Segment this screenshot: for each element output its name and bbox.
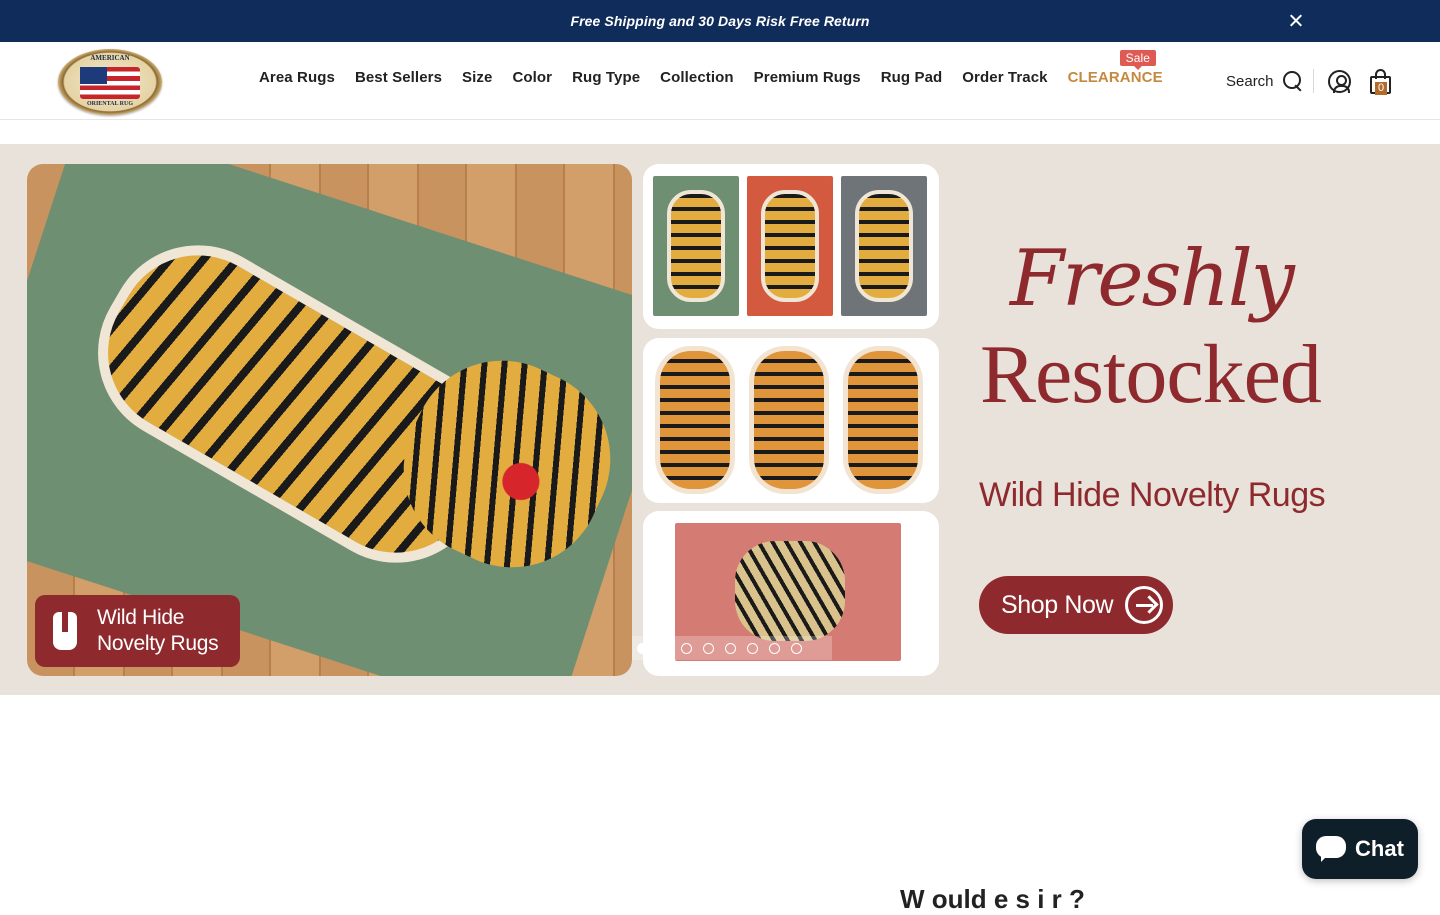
cart-count-badge: 0 [1375, 82, 1387, 95]
badge-line-1: Wild Hide [97, 606, 185, 629]
product-tile-1 [643, 164, 939, 329]
nav-color[interactable]: Color [512, 69, 552, 86]
nav-clearance[interactable]: CLEARANCE Sale [1067, 50, 1163, 86]
badge-line-2: Novelty Rugs [97, 632, 219, 655]
mini-tiger [667, 190, 725, 302]
category-badge: Wild Hide Novelty Rugs [35, 595, 240, 667]
logo-top-text: AMERICAN [90, 54, 130, 62]
search-button[interactable]: Search [1226, 70, 1304, 92]
chat-label: Chat [1355, 836, 1404, 861]
slider-dots [632, 636, 832, 660]
shop-now-label: Shop Now [1001, 590, 1114, 619]
tiger-hide-3 [843, 346, 923, 494]
arrow-right-circle-icon [1125, 586, 1163, 624]
site-header: AMERICAN ORIENTAL RUG Area Rugs Best Sel… [0, 42, 1440, 120]
product-tile-2 [643, 338, 939, 503]
chat-button[interactable]: Chat [1302, 819, 1418, 879]
nav-best-sellers[interactable]: Best Sellers [355, 69, 442, 86]
slider-dot-5[interactable] [725, 642, 736, 654]
category-badge-text: Wild Hide Novelty Rugs [97, 605, 219, 657]
mini-rug-grey [841, 176, 927, 316]
flag-canton [80, 67, 107, 84]
tiger-hide-2 [749, 346, 829, 494]
header-divider [1313, 69, 1314, 93]
slider-dot-7[interactable] [769, 642, 780, 654]
slider-dot-8[interactable] [791, 642, 802, 654]
nav-order-track[interactable]: Order Track [962, 69, 1047, 86]
hero-subheadline: Wild Hide Novelty Rugs [979, 476, 1326, 514]
nav-clearance-label: CLEARANCE [1067, 69, 1163, 86]
nav-premium-rugs[interactable]: Premium Rugs [754, 69, 861, 86]
mini-tiger [761, 190, 819, 302]
slider-dot-4[interactable] [703, 642, 714, 654]
pink-rug-tiger [735, 541, 845, 641]
nav-collection[interactable]: Collection [660, 69, 734, 86]
slider-dot-2[interactable] [659, 642, 670, 654]
slider-dot-1[interactable] [637, 642, 648, 654]
nav-area-rugs[interactable]: Area Rugs [259, 69, 335, 86]
hero-banner[interactable]: Wild Hide Novelty Rugs Freshly Restocked… [0, 144, 1440, 695]
nav-rug-pad[interactable]: Rug Pad [881, 69, 943, 86]
slider-dot-3[interactable] [681, 642, 692, 654]
store-logo[interactable]: AMERICAN ORIENTAL RUG [58, 49, 162, 115]
main-nav: Area Rugs Best Sellers Size Color Rug Ty… [259, 50, 1163, 86]
chat-bubble-icon [1316, 836, 1347, 862]
hide-icon [49, 610, 81, 652]
close-icon[interactable] [1286, 11, 1306, 31]
mini-tiger [855, 190, 913, 302]
nav-rug-type[interactable]: Rug Type [572, 69, 640, 86]
sale-badge: Sale [1119, 50, 1157, 70]
logo-bottom-text: ORIENTAL RUG [86, 101, 134, 107]
announcement-bar: Free Shipping and 30 Days Risk Free Retu… [0, 0, 1440, 42]
headline-main: Restocked [980, 328, 1322, 421]
announcement-text: Free Shipping and 30 Days Risk Free Retu… [570, 13, 870, 29]
search-icon [1282, 70, 1304, 92]
tiger-hide-1 [655, 346, 735, 494]
hero-main-image: Wild Hide Novelty Rugs [27, 164, 632, 676]
search-label: Search [1226, 72, 1274, 90]
slider-dot-6[interactable] [747, 642, 758, 654]
headline-script: Freshly [1010, 234, 1295, 324]
mini-rug-red [747, 176, 833, 316]
cart-icon[interactable]: 0 [1369, 69, 1393, 97]
account-icon[interactable] [1328, 70, 1351, 93]
mini-rug-green [653, 176, 739, 316]
nav-size[interactable]: Size [462, 69, 492, 86]
shop-now-button[interactable]: Shop Now [979, 576, 1173, 634]
